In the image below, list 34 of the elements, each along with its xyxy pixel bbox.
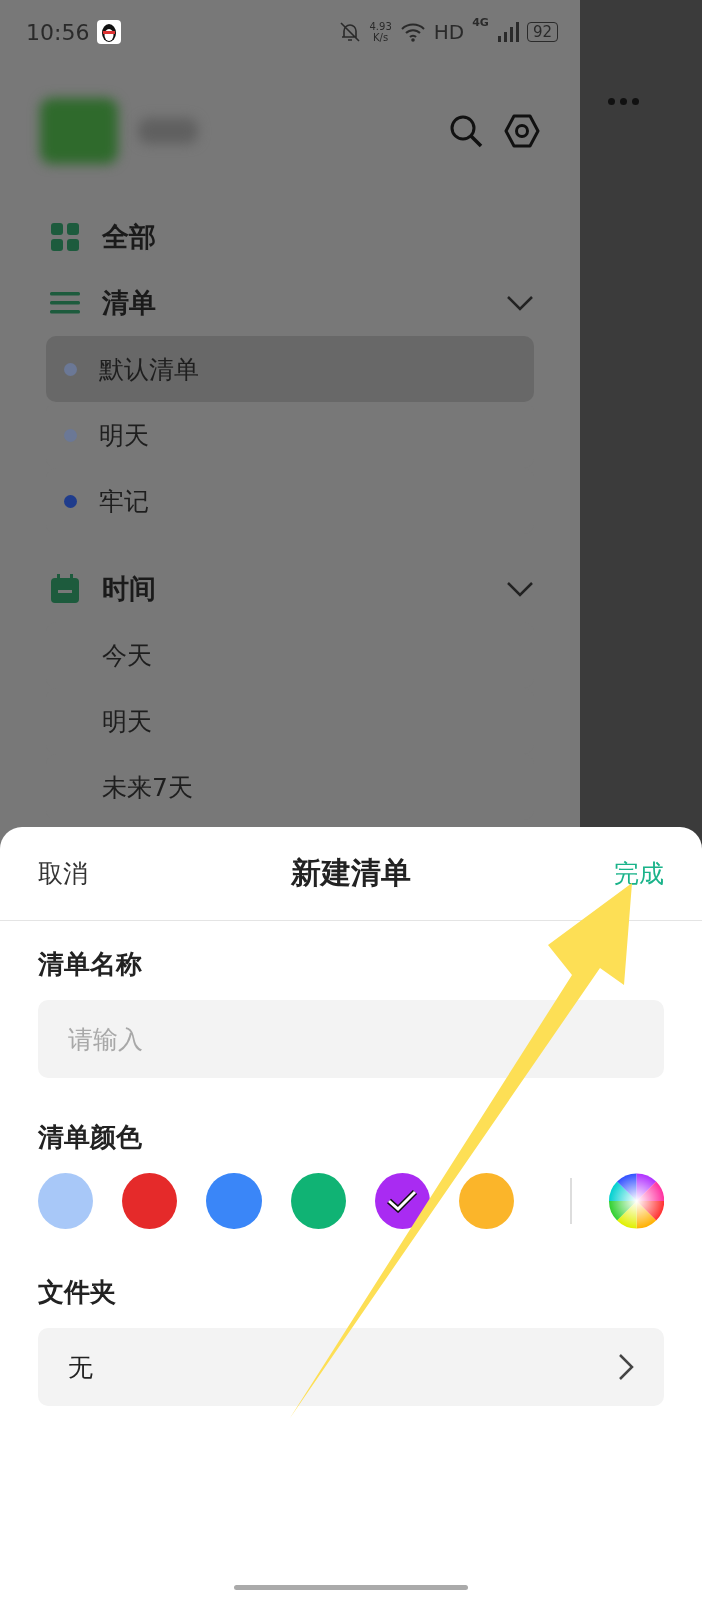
menu-section[interactable]: 时间: [46, 556, 534, 622]
network-label: 4G: [472, 16, 489, 29]
color-swatch[interactable]: [206, 1173, 262, 1229]
hd-label: HD: [433, 20, 465, 44]
bell-off-icon: [337, 20, 362, 44]
color-swatch[interactable]: [122, 1173, 178, 1229]
wifi-icon: [399, 21, 426, 43]
grid-icon: [50, 222, 80, 252]
search-icon[interactable]: [448, 113, 484, 149]
folder-select[interactable]: 无: [38, 1328, 664, 1406]
color-wheel-icon[interactable]: [608, 1173, 664, 1229]
speed-value: 4.93: [369, 21, 392, 32]
color-swatch[interactable]: [290, 1173, 346, 1229]
calendar-icon: [50, 574, 80, 604]
settings-icon[interactable]: [504, 113, 540, 149]
cancel-button[interactable]: 取消: [38, 857, 88, 890]
speed-unit: K/s: [373, 32, 389, 43]
sheet-title: 新建清单: [291, 854, 411, 892]
list-icon: [50, 291, 80, 315]
done-button[interactable]: 完成: [614, 857, 664, 890]
battery-indicator: 92: [526, 22, 558, 42]
status-time: 10:56: [26, 19, 90, 45]
field-label: 清单颜色: [38, 1121, 143, 1154]
list-item[interactable]: 默认清单: [46, 336, 534, 402]
name-input-field[interactable]: 请输入: [38, 1000, 664, 1078]
penguin-icon: [97, 20, 122, 44]
check-icon: [386, 1189, 419, 1213]
field-label: 清单名称: [38, 948, 143, 981]
menu-section[interactable]: 清单: [46, 270, 534, 336]
menu-section[interactable]: 全部: [46, 204, 534, 270]
signal-icon: [496, 21, 519, 43]
chevron-right-icon: [618, 1353, 634, 1381]
field-label: 文件夹: [38, 1276, 117, 1309]
color-swatch[interactable]: [459, 1173, 515, 1229]
